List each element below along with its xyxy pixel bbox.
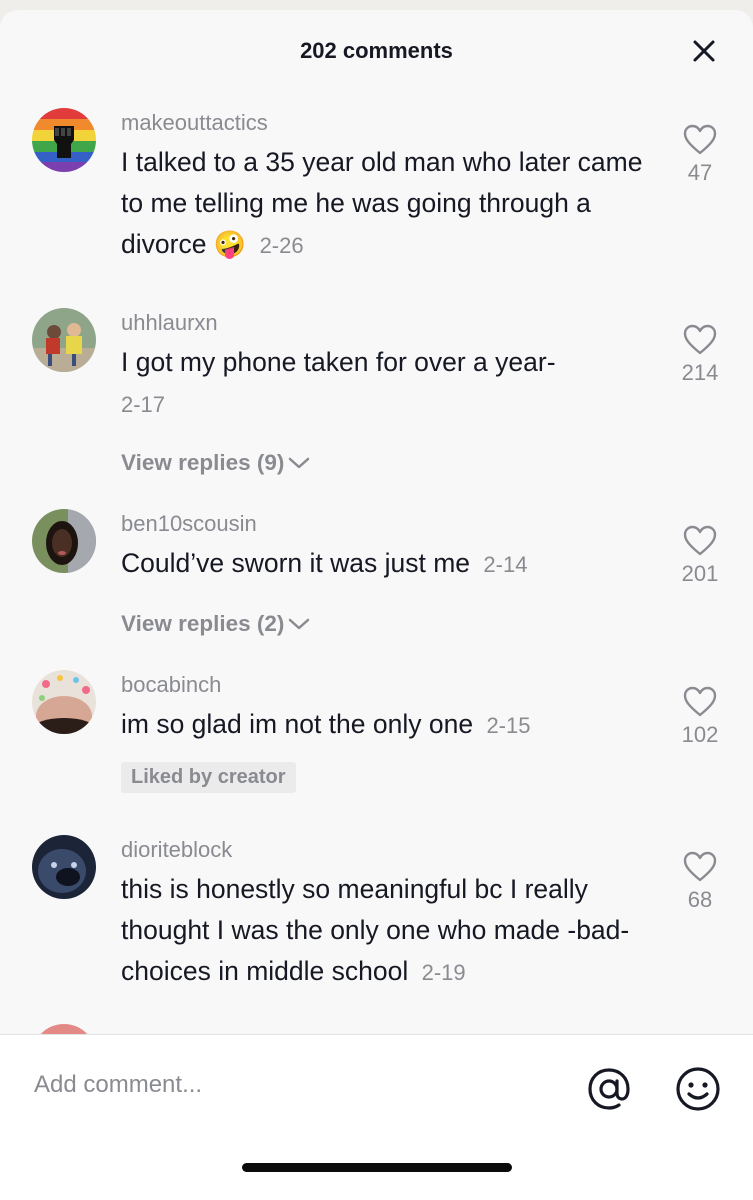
comment-date: 2-26	[259, 233, 304, 258]
comment-body-text: im so glad im not the only one	[121, 709, 474, 739]
close-icon[interactable]	[689, 36, 719, 66]
view-replies-button[interactable]: View replies (9)	[121, 450, 310, 476]
avatar-dog-image	[32, 835, 96, 899]
comment-emoji: 🤪	[213, 229, 247, 259]
comment-username[interactable]: makeouttactics	[121, 110, 268, 136]
avatar-fist-rainbow-image	[32, 108, 96, 172]
like-button[interactable]: 201	[671, 525, 729, 587]
comment-item: bocabinch im so glad im not the only one…	[0, 664, 753, 814]
like-button[interactable]: 47	[671, 124, 729, 186]
comment-body-text: I talked to a 35 year old man who later …	[121, 147, 643, 259]
like-count: 201	[681, 561, 719, 586]
comments-count-title: 202 comments	[300, 38, 453, 63]
like-count: 47	[687, 160, 713, 185]
comment-username[interactable]: ben10scousin	[121, 511, 257, 537]
comments-header: 202 comments	[0, 10, 753, 92]
like-count: 68	[687, 887, 713, 912]
comment-body-text: Could’ve sworn it was just me	[121, 548, 471, 578]
emoji-smile-icon[interactable]	[674, 1065, 722, 1113]
comment-username[interactable]: uhhlaurxn	[121, 310, 218, 336]
comment-date: 2-15	[486, 713, 531, 738]
chevron-down-icon	[289, 457, 310, 469]
comment-username[interactable]: dioriteblock	[121, 837, 232, 863]
comment-username[interactable]: bocabinch	[121, 672, 221, 698]
heart-outline-icon	[683, 324, 717, 355]
comment-text: Could’ve sworn it was just me 2-14	[121, 543, 656, 585]
like-button[interactable]: 214	[671, 324, 729, 386]
comments-sheet: 202 comments makeouttactics I talked to …	[0, 10, 753, 1200]
comment-text: im so glad im not the only one 2-15	[121, 704, 656, 746]
chevron-down-icon	[289, 618, 310, 630]
heart-outline-icon	[683, 851, 717, 882]
comment-body-text: I got my phone taken for over a year-	[121, 347, 556, 377]
view-replies-label: View replies (2)	[121, 611, 285, 636]
like-button[interactable]: 68	[671, 851, 729, 913]
avatar[interactable]	[32, 108, 96, 172]
comment-list[interactable]: makeouttactics I talked to a 35 year old…	[0, 92, 753, 1034]
comment-date: 2-14	[483, 552, 528, 577]
home-indicator[interactable]	[242, 1163, 512, 1172]
avatar[interactable]	[32, 670, 96, 734]
heart-outline-icon	[683, 686, 717, 717]
avatar-kids-photo-image	[32, 308, 96, 372]
comment-item: uhhlaurxn I got my phone taken for over …	[0, 302, 753, 482]
comment-item: ben10scousin Could’ve sworn it was just …	[0, 503, 753, 643]
avatar[interactable]	[32, 308, 96, 372]
add-comment-input[interactable]	[34, 1065, 554, 1105]
at-sign-icon[interactable]	[585, 1065, 633, 1113]
like-button[interactable]: 102	[671, 686, 729, 748]
comment-date: 2-19	[421, 960, 466, 985]
avatar[interactable]	[32, 835, 96, 899]
avatar[interactable]	[32, 1024, 96, 1034]
like-count: 214	[681, 360, 719, 385]
comment-input-bar	[0, 1034, 753, 1200]
comment-item: makeouttactics I talked to a 35 year old…	[0, 102, 753, 282]
like-count: 102	[681, 722, 719, 747]
heart-outline-icon	[683, 525, 717, 556]
comment-date: 2-17	[121, 392, 166, 417]
liked-by-creator-badge: Liked by creator	[121, 762, 296, 793]
comment-item: dioriteblock this is honestly so meaning…	[0, 829, 753, 1019]
avatar-selfie-filter-image	[32, 670, 96, 734]
comment-text: I got my phone taken for over a year- 2-…	[121, 342, 656, 425]
avatar[interactable]	[32, 509, 96, 573]
comment-text: this is honestly so meaningful bc I real…	[121, 869, 656, 993]
avatar-portrait-image	[32, 509, 96, 573]
comment-text: I talked to a 35 year old man who later …	[121, 142, 656, 266]
view-replies-button[interactable]: View replies (2)	[121, 611, 310, 637]
comment-body-text: this is honestly so meaningful bc I real…	[121, 874, 630, 986]
view-replies-label: View replies (9)	[121, 450, 285, 475]
heart-outline-icon	[683, 124, 717, 155]
